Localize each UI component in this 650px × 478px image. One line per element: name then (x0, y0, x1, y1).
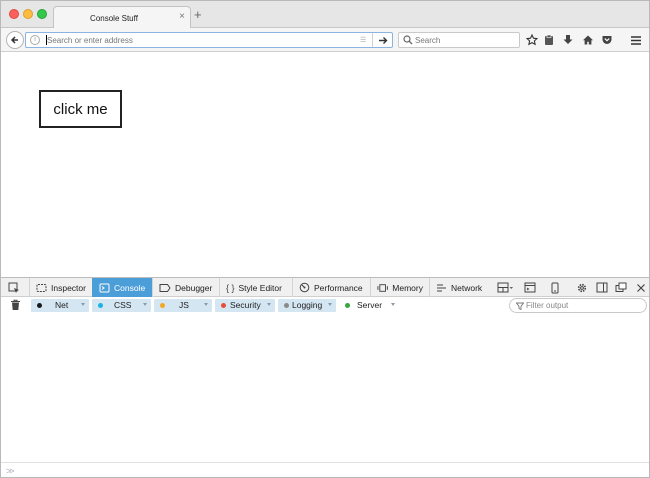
navigation-bar: i ☰ (1, 28, 649, 52)
site-info-icon[interactable]: i (30, 35, 40, 45)
filter-color-dot (284, 303, 289, 308)
filter-label: CSS (114, 300, 132, 310)
tab-label: Network (451, 282, 483, 293)
tab-performance[interactable]: Performance (292, 278, 370, 297)
braces-icon: { } (226, 282, 235, 293)
tab-title: Console Stuff (90, 14, 138, 23)
separate-window-icon[interactable] (614, 281, 628, 294)
download-icon[interactable] (561, 33, 575, 47)
tab-label: Performance (314, 282, 363, 293)
filter-label: Server (357, 300, 383, 310)
layout-dropdown-icon[interactable] (496, 281, 514, 294)
go-button[interactable] (372, 33, 392, 47)
filter-logging-button[interactable]: Logging (278, 299, 336, 312)
go-arrow-icon (378, 36, 387, 44)
filter-color-dot (221, 303, 226, 308)
reader-icon[interactable]: ☰ (360, 36, 366, 44)
performance-icon (299, 282, 310, 293)
star-icon[interactable] (525, 33, 539, 47)
network-icon (437, 284, 446, 291)
devtools-panel: Inspector Console Debugger { } Style Edi… (1, 277, 649, 477)
tab-close-icon[interactable]: × (179, 12, 185, 22)
filter-server-button[interactable]: Server (339, 299, 399, 312)
tab-label: Console (114, 282, 146, 293)
hamburger-menu-icon[interactable] (629, 33, 643, 47)
close-icon[interactable] (634, 281, 648, 294)
search-bar[interactable] (398, 32, 520, 48)
chevron-down-icon (204, 303, 208, 306)
chevron-down-icon (328, 303, 332, 306)
window-maximize-button[interactable] (37, 9, 47, 19)
console-input[interactable] (19, 465, 639, 477)
element-picker-icon[interactable] (7, 281, 21, 294)
tab-label: Debugger (175, 282, 213, 293)
search-icon (403, 35, 413, 45)
window-close-button[interactable] (9, 9, 19, 19)
filter-css-button[interactable]: CSS (92, 299, 151, 312)
devtools-toolbar: Inspector Console Debugger { } Style Edi… (1, 278, 649, 297)
back-arrow-icon (10, 36, 18, 44)
tab-inspector[interactable]: Inspector (29, 278, 92, 297)
address-bar[interactable]: i ☰ (25, 32, 393, 48)
tab-debugger[interactable]: Debugger (152, 278, 219, 297)
filter-label: Security (230, 300, 261, 310)
console-filter-bar: Net CSS JS Security Logging Server Filte… (1, 297, 649, 314)
console-output (1, 314, 649, 462)
browser-window: Console Stuff × + i ☰ (0, 0, 650, 478)
filter-color-dot (37, 303, 42, 308)
chevron-down-icon (267, 303, 271, 306)
filter-output-input[interactable] (526, 300, 641, 311)
prompt-chevron-icon: >> (6, 466, 14, 476)
pocket-icon[interactable] (600, 33, 614, 47)
tab-memory[interactable]: Memory (370, 278, 429, 297)
filter-js-button[interactable]: JS (154, 299, 212, 312)
tab-label: Inspector (51, 282, 86, 293)
filter-color-dot (345, 303, 350, 308)
filter-security-button[interactable]: Security (215, 299, 275, 312)
filter-label: JS (179, 300, 189, 310)
console-input-row: >> (1, 462, 649, 477)
filter-label: Logging (292, 300, 323, 310)
tab-style-editor[interactable]: { } Style Editor (219, 278, 292, 297)
tab-label: Style Editor (238, 282, 282, 293)
chevron-down-icon (143, 303, 147, 306)
inspector-icon (36, 283, 47, 292)
console-icon (99, 283, 110, 292)
url-input[interactable] (47, 34, 357, 47)
chevron-down-icon (81, 303, 85, 306)
dock-side-icon[interactable] (595, 281, 609, 294)
window-minimize-button[interactable] (23, 9, 33, 19)
tab-network[interactable]: Network (429, 278, 491, 297)
browser-tab[interactable]: Console Stuff × (53, 6, 191, 29)
search-input[interactable] (415, 34, 515, 47)
page-content: click me (1, 53, 649, 277)
back-button[interactable] (6, 31, 24, 49)
title-bar: Console Stuff × + (1, 1, 649, 29)
memory-icon (377, 283, 388, 292)
tab-console[interactable]: Console (92, 278, 152, 297)
filter-color-dot (98, 303, 103, 308)
clear-console-button[interactable] (9, 299, 21, 311)
clipboard-icon[interactable] (542, 33, 556, 47)
gear-icon[interactable] (575, 281, 589, 294)
chevron-down-icon (391, 303, 395, 306)
filter-color-dot (160, 303, 165, 308)
debugger-icon (159, 283, 171, 292)
trash-icon (10, 299, 20, 310)
filter-output-box[interactable] (509, 298, 647, 313)
new-tab-button[interactable]: + (194, 8, 202, 21)
split-console-icon[interactable] (523, 281, 537, 294)
filter-label: Net (55, 300, 69, 310)
responsive-design-icon[interactable] (548, 281, 562, 294)
filter-net-button[interactable]: Net (31, 299, 89, 312)
click-me-button[interactable]: click me (39, 90, 122, 128)
funnel-icon (516, 302, 524, 310)
home-icon[interactable] (581, 33, 595, 47)
tab-label: Memory (392, 282, 423, 293)
